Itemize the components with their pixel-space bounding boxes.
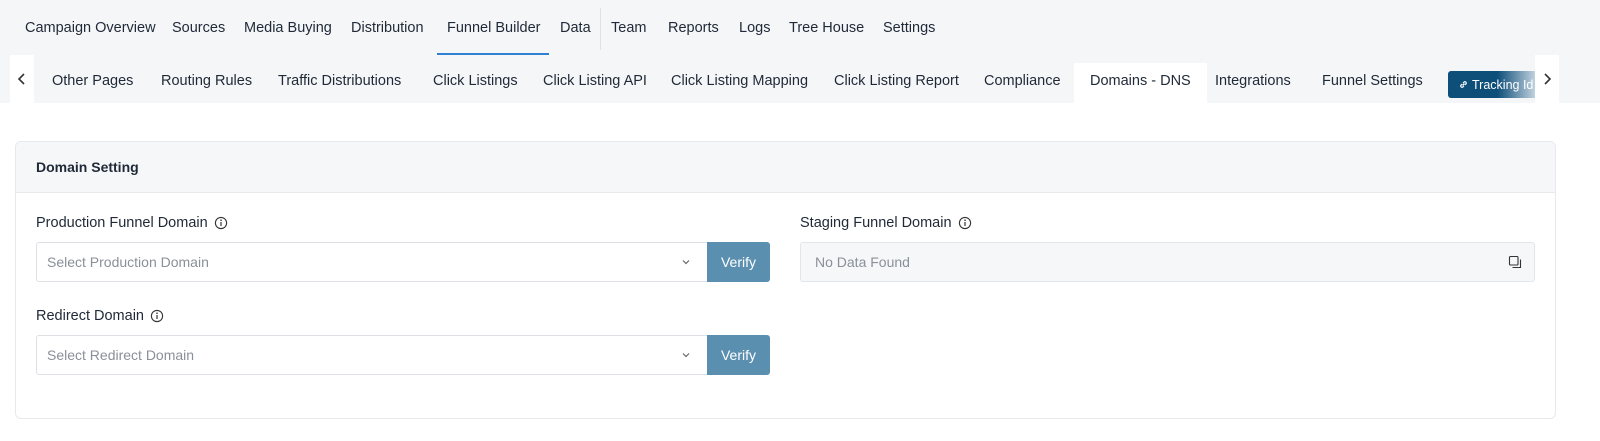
sub-tab-domains-dns[interactable]: Domains - DNS: [1074, 63, 1207, 103]
redirect-domain-label-row: Redirect Domain: [36, 308, 164, 324]
copy-icon[interactable]: [1508, 255, 1522, 269]
staging-domain-field: No Data Found: [800, 242, 1535, 282]
sub-tab-funnel-settings[interactable]: Funnel Settings: [1322, 63, 1423, 103]
top-nav-item-data[interactable]: Data: [560, 0, 591, 55]
info-icon[interactable]: [958, 216, 972, 230]
sub-tab-routing-rules[interactable]: Routing Rules: [161, 63, 252, 103]
info-icon[interactable]: [150, 309, 164, 323]
sub-tab-click-listing-api[interactable]: Click Listing API: [543, 63, 647, 103]
tracking-id-label: Tracking Id: [1472, 77, 1534, 92]
top-nav-item-distribution[interactable]: Distribution: [351, 0, 424, 55]
staging-domain-value: No Data Found: [815, 254, 910, 270]
sub-tab-click-listing-mapping[interactable]: Click Listing Mapping: [671, 63, 808, 103]
staging-domain-label-row: Staging Funnel Domain: [800, 215, 972, 231]
sub-tab-click-listings[interactable]: Click Listings: [433, 63, 518, 103]
top-nav-item-reports[interactable]: Reports: [668, 0, 719, 55]
domain-setting-card: Domain Setting Production Funnel Domain …: [15, 141, 1556, 419]
sub-tab-traffic-distributions[interactable]: Traffic Distributions: [278, 63, 401, 103]
top-nav-item-logs[interactable]: Logs: [739, 0, 770, 55]
redirect-domain-label: Redirect Domain: [36, 308, 144, 324]
top-nav-item-campaign-overview[interactable]: Campaign Overview: [25, 0, 156, 55]
production-domain-placeholder: Select Production Domain: [47, 254, 209, 270]
chevron-left-icon[interactable]: [10, 55, 34, 103]
card-header: Domain Setting: [16, 142, 1555, 193]
verify-redirect-button[interactable]: Verify: [707, 335, 770, 375]
top-nav-item-team[interactable]: Team: [611, 0, 646, 55]
sub-nav: Other Pages Routing Rules Traffic Distri…: [0, 55, 1600, 103]
staging-domain-label: Staging Funnel Domain: [800, 215, 952, 231]
production-domain-label-row: Production Funnel Domain: [36, 215, 228, 231]
redirect-domain-select[interactable]: Select Redirect Domain: [36, 335, 708, 375]
info-icon[interactable]: [214, 216, 228, 230]
link-icon: [1460, 81, 1467, 88]
verify-production-button[interactable]: Verify: [707, 242, 770, 282]
chevron-right-icon[interactable]: [1535, 55, 1559, 103]
top-nav-item-sources[interactable]: Sources: [172, 0, 225, 55]
chevron-down-icon: [682, 260, 690, 265]
chevron-down-icon: [682, 353, 690, 358]
tracking-id-button[interactable]: Tracking Id: [1448, 71, 1538, 98]
sub-tab-click-listing-report[interactable]: Click Listing Report: [834, 63, 959, 103]
sub-tab-integrations[interactable]: Integrations: [1215, 63, 1291, 103]
card-title: Domain Setting: [36, 159, 139, 175]
top-nav-divider: [600, 8, 601, 50]
production-domain-label: Production Funnel Domain: [36, 215, 208, 231]
top-nav-item-settings[interactable]: Settings: [883, 0, 935, 55]
redirect-domain-placeholder: Select Redirect Domain: [47, 347, 195, 363]
top-nav: Campaign Overview Sources Media Buying D…: [0, 0, 1600, 55]
top-nav-item-media-buying[interactable]: Media Buying: [244, 0, 332, 55]
top-nav-item-funnel-builder[interactable]: Funnel Builder: [447, 0, 541, 55]
sub-tab-other-pages[interactable]: Other Pages: [52, 63, 133, 103]
production-domain-select[interactable]: Select Production Domain: [36, 242, 708, 282]
top-nav-item-tree-house[interactable]: Tree House: [789, 0, 864, 55]
sub-tab-compliance[interactable]: Compliance: [984, 63, 1061, 103]
